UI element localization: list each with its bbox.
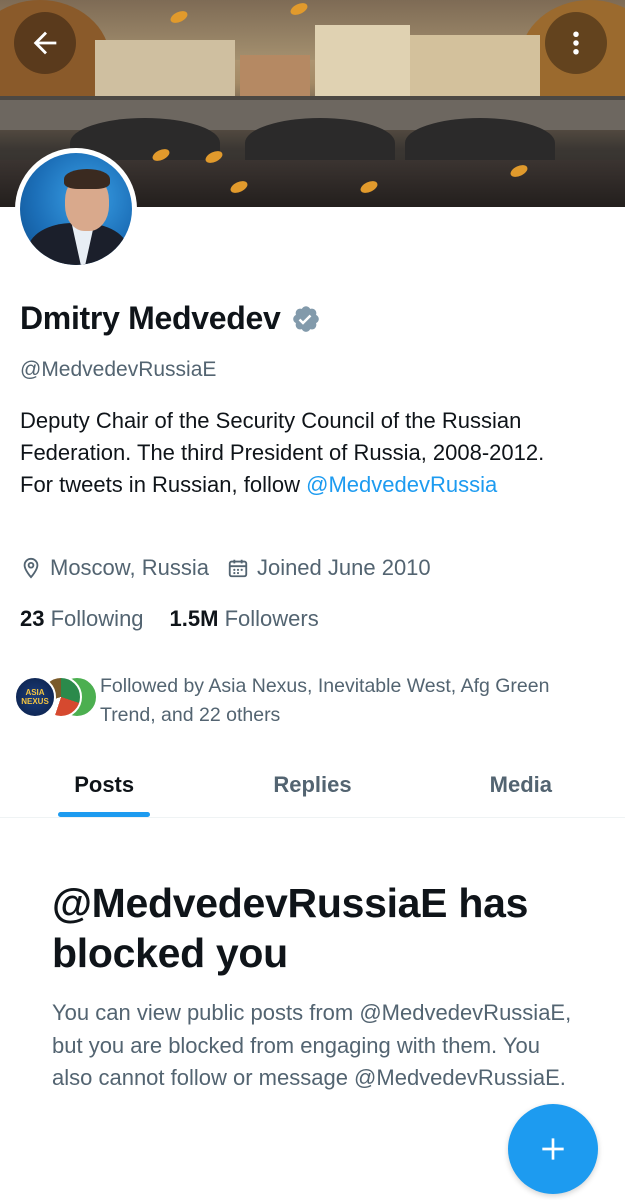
joined-text: Joined June 2010 <box>256 555 431 580</box>
profile-name-row: Dmitry Medvedev <box>20 300 321 337</box>
back-button[interactable] <box>14 12 76 74</box>
tab-posts[interactable]: Posts <box>0 752 208 817</box>
profile-name: Dmitry Medvedev <box>20 300 281 336</box>
profile-tabs: Posts Replies Media <box>0 752 625 818</box>
followers-count: 1.5M <box>169 606 219 631</box>
more-vertical-icon <box>573 31 579 55</box>
following-link[interactable]: 23 Following <box>20 606 144 632</box>
location-text: Moscow, Russia <box>50 555 209 580</box>
compose-button[interactable] <box>508 1104 598 1194</box>
tab-replies[interactable]: Replies <box>208 752 416 817</box>
location-pin-icon <box>23 557 39 579</box>
profile-bio: Deputy Chair of the Security Council of … <box>20 405 580 501</box>
followed-by-avatars: ASIA NEXUS <box>14 676 98 724</box>
back-arrow-icon <box>33 31 57 55</box>
profile-meta: Moscow, Russia Joined June 2010 <box>20 555 449 581</box>
follower-avatar-logo-text: ASIA NEXUS <box>21 688 49 706</box>
plus-icon <box>542 1138 564 1160</box>
tab-posts-label: Posts <box>74 771 135 797</box>
tab-replies-label: Replies <box>273 771 352 797</box>
joined-item: Joined June 2010 <box>227 555 431 581</box>
followers-label: Followers <box>224 606 319 631</box>
following-count: 23 <box>20 606 45 631</box>
blocked-description: You can view public posts from @Medvedev… <box>52 1000 572 1090</box>
bio-mention-link[interactable]: @MedvedevRussia <box>306 472 497 497</box>
blocked-title: @MedvedevRussiaE has blocked you <box>52 880 529 976</box>
followers-link[interactable]: 1.5M Followers <box>170 606 319 632</box>
active-tab-indicator <box>58 812 151 817</box>
following-label: Following <box>50 606 144 631</box>
verified-badge-icon[interactable] <box>291 304 321 334</box>
profile-avatar[interactable] <box>15 148 137 270</box>
follower-avatar: ASIA NEXUS <box>14 676 56 718</box>
followed-by-text: Followed by Asia Nexus, Inevitable West,… <box>100 675 550 726</box>
profile-handle: @MedvedevRussiaE <box>20 358 217 381</box>
calendar-icon <box>228 559 248 578</box>
avatar-hair <box>64 169 110 189</box>
profile-stats: 23 Following 1.5M Followers <box>20 606 345 632</box>
tab-media[interactable]: Media <box>417 752 625 817</box>
more-options-button[interactable] <box>545 12 607 74</box>
location-item: Moscow, Russia <box>20 555 209 581</box>
followed-by-row[interactable]: ASIA NEXUS Followed by Asia Nexus, Inevi… <box>14 672 610 730</box>
tab-media-label: Media <box>489 771 552 797</box>
avatar-photo <box>20 153 132 265</box>
